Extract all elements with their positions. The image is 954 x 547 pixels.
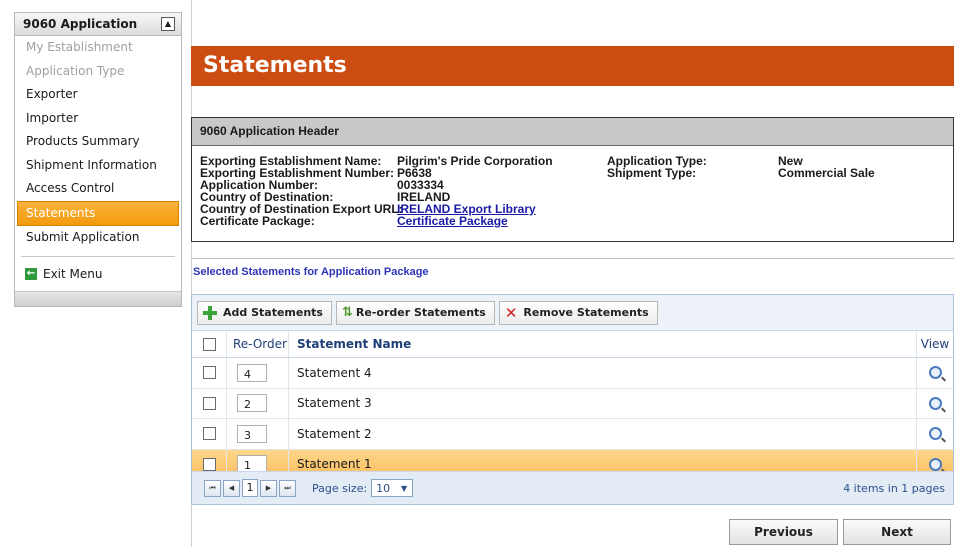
first-page-icon[interactable]: ⏮: [204, 479, 221, 497]
page-size-value: 10: [376, 482, 391, 495]
reorder-input[interactable]: 4: [237, 363, 267, 382]
collapse-icon[interactable]: ▲: [161, 17, 175, 31]
statement-name-cell: Statement 3: [289, 388, 917, 418]
row-checkbox-cell: [192, 388, 227, 418]
table-row[interactable]: 4 Statement 4: [192, 358, 953, 389]
application-header-panel: 9060 Application Header Exporting Establ…: [191, 117, 954, 242]
page-size-select[interactable]: 10 ▼: [371, 479, 414, 497]
select-all-checkbox[interactable]: [202, 337, 216, 351]
certificate-package-link[interactable]: Certificate Package: [397, 215, 508, 227]
sidebar-item-shipment-information[interactable]: Shipment Information: [15, 154, 181, 178]
exit-menu-label: Exit Menu: [43, 266, 103, 281]
reorder-input[interactable]: 3: [237, 424, 267, 443]
side-menu-header: 9060 Application ▲: [15, 13, 181, 36]
section-divider: [191, 258, 954, 259]
section-title: Selected Statements for Application Pack…: [193, 266, 429, 278]
previous-button[interactable]: Previous: [729, 519, 838, 545]
magnifier-icon[interactable]: [928, 366, 942, 380]
grid-pager: ⏮ ◀ 1 ▶ ⏭ Page size: 10 ▼ 4 items in 1 pa…: [192, 471, 953, 504]
grid-header-row: Re-Order Statement Name View: [192, 331, 953, 358]
magnifier-icon[interactable]: [928, 457, 942, 471]
reorder-arrows-icon: ⇅: [341, 305, 353, 320]
row-checkbox[interactable]: [202, 457, 216, 471]
previous-page-icon[interactable]: ◀: [223, 479, 240, 497]
header-checkbox-cell: [192, 331, 227, 357]
plus-icon: [203, 305, 217, 320]
column-header-reorder[interactable]: Re-Order: [227, 331, 289, 357]
sidebar-item-importer[interactable]: Importer: [15, 107, 181, 131]
remove-statements-label: Remove Statements: [523, 306, 649, 319]
label-shipment-type: Shipment Type:: [607, 166, 697, 180]
magnifier-icon[interactable]: [928, 427, 942, 441]
application-header-title: 9060 Application Header: [192, 118, 953, 146]
sidebar-item-statements[interactable]: Statements: [17, 200, 179, 226]
reorder-cell: 2: [227, 388, 289, 418]
sidebar-item-application-type: Application Type: [26, 63, 125, 78]
sidebar-item-submit-application[interactable]: Submit Application: [15, 226, 181, 250]
next-page-icon[interactable]: ▶: [260, 479, 277, 497]
magnifier-icon[interactable]: [928, 396, 942, 410]
sidebar-item-my-establishment: My Establishment: [26, 40, 133, 54]
sidebar-item-access-control[interactable]: Access Control: [15, 177, 181, 201]
row-checkbox[interactable]: [202, 427, 216, 441]
label-certificate-package: Certificate Package:: [200, 214, 315, 228]
last-page-icon[interactable]: ⏭: [279, 479, 296, 497]
reorder-statements-button[interactable]: ⇅ Re-order Statements: [335, 300, 495, 325]
sidebar-item-exporter[interactable]: Exporter: [15, 83, 181, 107]
exit-arrow-icon: ←: [25, 267, 37, 280]
row-checkbox-cell: [192, 419, 227, 449]
view-cell: [917, 358, 953, 388]
reorder-cell: 4: [227, 358, 289, 388]
table-row[interactable]: 2 Statement 3: [192, 388, 953, 419]
column-header-statement-name[interactable]: Statement Name: [289, 331, 917, 357]
sidebar-item-products-summary[interactable]: Products Summary: [15, 130, 181, 154]
add-statements-label: Add Statements: [223, 306, 323, 319]
reorder-cell: 3: [227, 419, 289, 449]
add-statements-button[interactable]: Add Statements: [197, 300, 332, 325]
side-menu-title: 9060 Application: [23, 17, 138, 31]
row-checkbox[interactable]: [202, 366, 216, 380]
table-row[interactable]: 3 Statement 2: [192, 419, 953, 450]
grid-toolbar: Add Statements ⇅ Re-order Statements ✕ R…: [192, 295, 953, 331]
page-size-label: Page size:: [312, 481, 368, 495]
row-checkbox[interactable]: [202, 396, 216, 410]
exit-menu-link[interactable]: ← Exit Menu: [15, 263, 181, 285]
chevron-down-icon: ▼: [401, 484, 408, 493]
row-checkbox-cell: [192, 358, 227, 388]
statement-name-cell: Statement 4: [289, 358, 917, 388]
view-cell: [917, 389, 953, 419]
remove-x-icon: ✕: [504, 303, 518, 322]
remove-statements-button[interactable]: ✕ Remove Statements: [498, 300, 658, 325]
value-shipment-type: Commercial Sale: [778, 166, 875, 180]
view-cell: [917, 419, 953, 449]
reorder-statements-label: Re-order Statements: [355, 306, 486, 319]
pager-info: 4 items in 1 pages: [843, 481, 945, 495]
current-page-number[interactable]: 1: [242, 479, 258, 497]
side-menu: 9060 Application ▲ My Establishment Appl…: [14, 12, 182, 307]
next-button[interactable]: Next: [843, 519, 951, 545]
sidebar-divider: [21, 255, 175, 257]
statement-name-cell: Statement 2: [289, 419, 917, 449]
statements-grid: Add Statements ⇅ Re-order Statements ✕ R…: [191, 294, 954, 505]
page-title: Statements: [191, 46, 954, 86]
reorder-input[interactable]: 2: [237, 394, 267, 413]
column-header-view: View: [920, 337, 950, 351]
side-menu-footer: [15, 290, 181, 306]
